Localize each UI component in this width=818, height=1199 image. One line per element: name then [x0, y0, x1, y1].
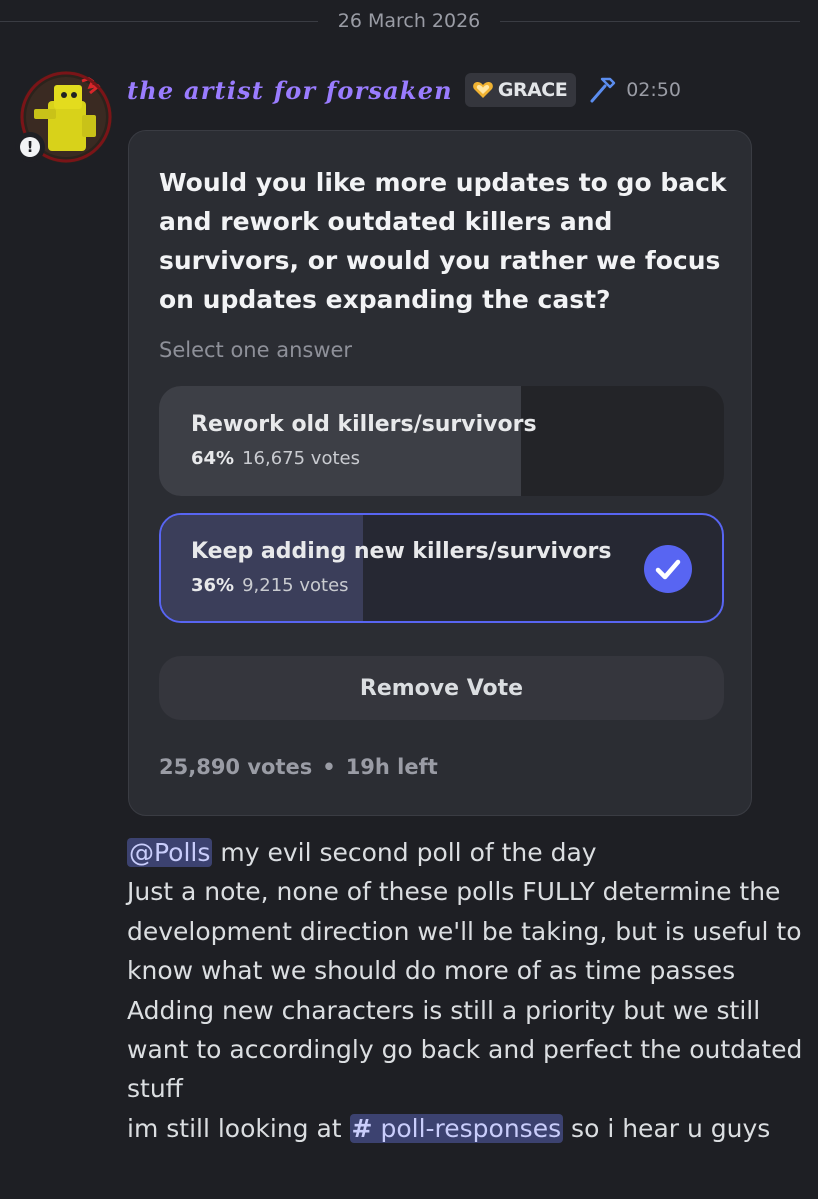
message-line: im still looking at # poll-responses so … [127, 1109, 807, 1148]
hammer-icon [590, 77, 616, 103]
poll-total-votes: 25,890 votes [159, 755, 313, 779]
channel-hash-icon: # [351, 1113, 373, 1143]
heart-badge-icon [472, 81, 493, 98]
poll-answer-stats: 36% 9,215 votes [191, 575, 349, 596]
channel-name: poll-responses [380, 1113, 562, 1143]
message-body: @Polls my evil second poll of the day Ju… [127, 833, 807, 1148]
message-line: @Polls my evil second poll of the day [127, 833, 807, 872]
poll-question: Would you like more updates to go back a… [159, 168, 727, 314]
poll-answer-fill [161, 515, 363, 621]
role-tag-text: GRACE [497, 79, 568, 101]
role-tag[interactable]: GRACE [464, 73, 577, 107]
divider-date: 26 March 2026 [337, 10, 481, 32]
poll-answer-votes: 9,215 votes [242, 575, 349, 596]
poll-answer-fill [159, 386, 521, 496]
poll-footer-separator: • [322, 755, 336, 779]
message-text: im still looking at [127, 1113, 350, 1143]
poll-hint: Select one answer [159, 338, 353, 362]
checkmark-icon [644, 545, 692, 593]
poll-answer-label: Rework old killers/survivors [191, 412, 537, 437]
poll-answer-percent: 36% [191, 575, 235, 596]
message-timestamp: 02:50 [626, 79, 681, 101]
poll-answer-votes: 16,675 votes [242, 448, 360, 469]
role-mention[interactable]: @Polls [127, 838, 213, 867]
poll-card: Would you like more updates to go back a… [128, 130, 752, 816]
author-name[interactable]: the artist for forsaken [127, 76, 453, 105]
poll-answer-rework[interactable]: Rework old killers/survivors 64% 16,675 v… [159, 386, 724, 496]
poll-answer-label: Keep adding new killers/survivors [191, 539, 612, 564]
message-header: the artist for forsaken GRACE 02:50 [127, 72, 681, 108]
status-indicator: ! [15, 132, 45, 162]
message-text: so i hear u guys [563, 1113, 771, 1143]
divider-line-right [500, 21, 800, 22]
divider-line-left [0, 21, 318, 22]
poll-answer-keep-adding[interactable]: Keep adding new killers/survivors 36% 9,2… [159, 513, 724, 623]
remove-vote-button[interactable]: Remove Vote [159, 656, 724, 720]
poll-answer-stats: 64% 16,675 votes [191, 448, 360, 469]
poll-time-left: 19h left [345, 755, 438, 779]
message-paragraph: Just a note, none of these polls FULLY d… [127, 877, 803, 1104]
poll-footer: 25,890 votes • 19h left [159, 755, 438, 779]
alert-status-icon: ! [20, 137, 40, 157]
message-text: my evil second poll of the day [212, 838, 597, 867]
poll-answer-percent: 64% [191, 448, 235, 469]
date-divider: 26 March 2026 [0, 8, 818, 36]
channel-mention[interactable]: # poll-responses [349, 1113, 564, 1143]
